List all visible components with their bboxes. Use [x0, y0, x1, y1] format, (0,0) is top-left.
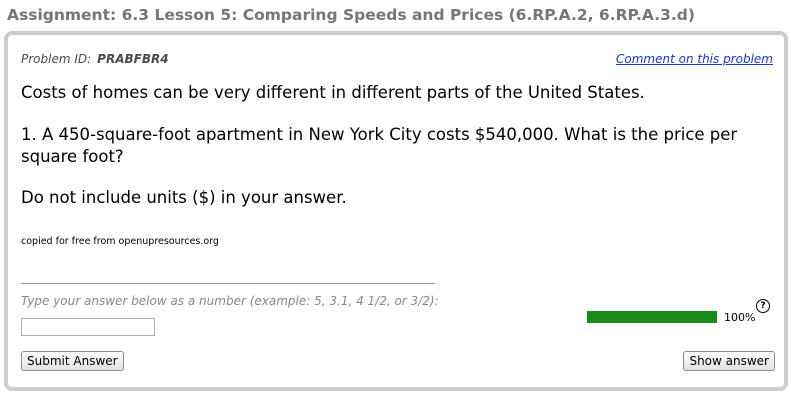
- answer-input[interactable]: [21, 318, 155, 336]
- problem-id-value: PRABFBR4: [97, 52, 169, 66]
- show-answer-button[interactable]: Show answer: [683, 351, 775, 371]
- problem-id: Problem ID: PRABFBR4: [21, 52, 169, 66]
- progress-fill: [587, 311, 717, 323]
- divider: [21, 283, 435, 284]
- source-credit: copied for free from openupresources.org: [21, 236, 219, 247]
- problem-panel: Problem ID: PRABFBR4 Comment on this prob…: [4, 31, 788, 391]
- problem-id-label: Problem ID:: [21, 52, 92, 66]
- answer-hint: Type your answer below as a number (exam…: [21, 294, 439, 308]
- progress-bar: [587, 311, 717, 323]
- assignment-title: Assignment: 6.3 Lesson 5: Comparing Spee…: [7, 6, 695, 24]
- problem-intro: Costs of homes can be very different in …: [21, 83, 645, 102]
- comment-on-problem-link[interactable]: Comment on this problem: [616, 52, 773, 66]
- question-circle-icon[interactable]: ?: [756, 299, 770, 313]
- problem-instruction: Do not include units ($) in your answer.: [21, 188, 347, 207]
- progress-label: 100%: [724, 311, 756, 324]
- problem-question: 1. A 450-square-foot apartment in New Yo…: [21, 125, 738, 166]
- submit-answer-button[interactable]: Submit Answer: [21, 351, 124, 371]
